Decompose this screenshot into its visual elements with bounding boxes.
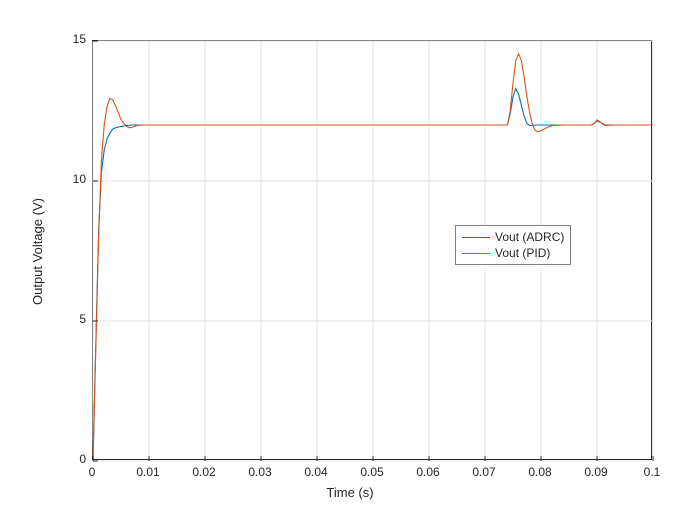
legend-swatch-adrc [462,237,490,238]
legend[interactable]: Vout (ADRC) Vout (PID) [455,225,571,265]
x-tick-label: 0.07 [469,465,499,479]
x-axis-label: Time (s) [0,485,700,500]
legend-item-adrc: Vout (ADRC) [462,229,564,245]
x-tick-label: 0.05 [357,465,387,479]
x-tick-label: 0.06 [413,465,443,479]
legend-label-adrc: Vout (ADRC) [495,230,564,244]
x-tick-label: 0.02 [189,465,219,479]
x-tick-label: 0.08 [525,465,555,479]
x-tick-label: 0 [77,465,107,479]
x-tick-label: 0.1 [637,465,667,479]
y-tick-label: 15 [46,32,86,46]
x-tick-label: 0.03 [245,465,275,479]
y-axis-label: Output Voltage (V) [30,198,45,305]
legend-item-pid: Vout (PID) [462,245,564,261]
x-tick-label: 0.01 [133,465,163,479]
y-tick-label: 10 [46,172,86,186]
x-tick-label: 0.04 [301,465,331,479]
legend-label-pid: Vout (PID) [495,246,550,260]
legend-swatch-pid [462,253,490,254]
figure: 0 0.01 0.02 0.03 0.04 0.05 0.06 0.07 0.08 0.09 0.1… [0,0,700,525]
y-tick-label: 0 [46,452,86,466]
y-tick-label: 5 [46,312,86,326]
x-tick-label: 0.09 [581,465,611,479]
